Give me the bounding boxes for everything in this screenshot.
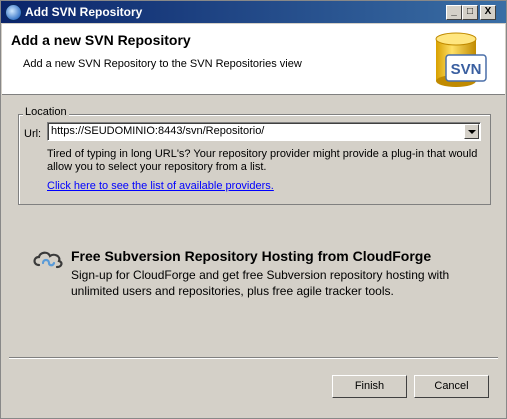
cloudforge-description: Sign-up for CloudForge and get free Subv… [71, 268, 450, 298]
providers-link[interactable]: Click here to see the list of available … [47, 180, 274, 192]
page-description: Add a new SVN Repository to the SVN Repo… [23, 58, 302, 70]
location-group-label: Location [23, 106, 69, 118]
close-button[interactable]: X [480, 5, 496, 20]
url-input[interactable]: https://SEUDOMINIO:8443/svn/Repositorio/ [51, 125, 264, 137]
title-bar[interactable]: Add SVN Repository _ □ X [1, 1, 506, 23]
finish-button[interactable]: Finish [332, 375, 407, 398]
minimize-button[interactable]: _ [446, 5, 462, 20]
svn-logo-text: SVN [451, 61, 482, 78]
url-label: Url: [24, 128, 42, 140]
page-title: Add a new SVN Repository [11, 32, 191, 48]
cloudforge-title: Free Subversion Repository Hosting from … [71, 248, 432, 264]
eclipse-icon [5, 4, 22, 21]
cancel-button[interactable]: Cancel [414, 375, 489, 398]
svn-database-icon: SVN [435, 32, 487, 87]
chevron-down-icon[interactable] [464, 124, 479, 139]
providers-hint-text: Tired of typing in long URL's? Your repo… [47, 148, 478, 173]
url-combobox[interactable]: https://SEUDOMINIO:8443/svn/Repositorio/ [47, 122, 481, 141]
window-title: Add SVN Repository [25, 5, 143, 19]
button-separator [9, 357, 498, 359]
wizard-header: Add a new SVN Repository Add a new SVN R… [2, 24, 505, 95]
add-svn-repository-dialog: Add SVN Repository _ □ X Add a new SVN R… [0, 0, 507, 419]
maximize-button[interactable]: □ [462, 5, 478, 20]
cloudforge-icon[interactable] [31, 249, 65, 269]
